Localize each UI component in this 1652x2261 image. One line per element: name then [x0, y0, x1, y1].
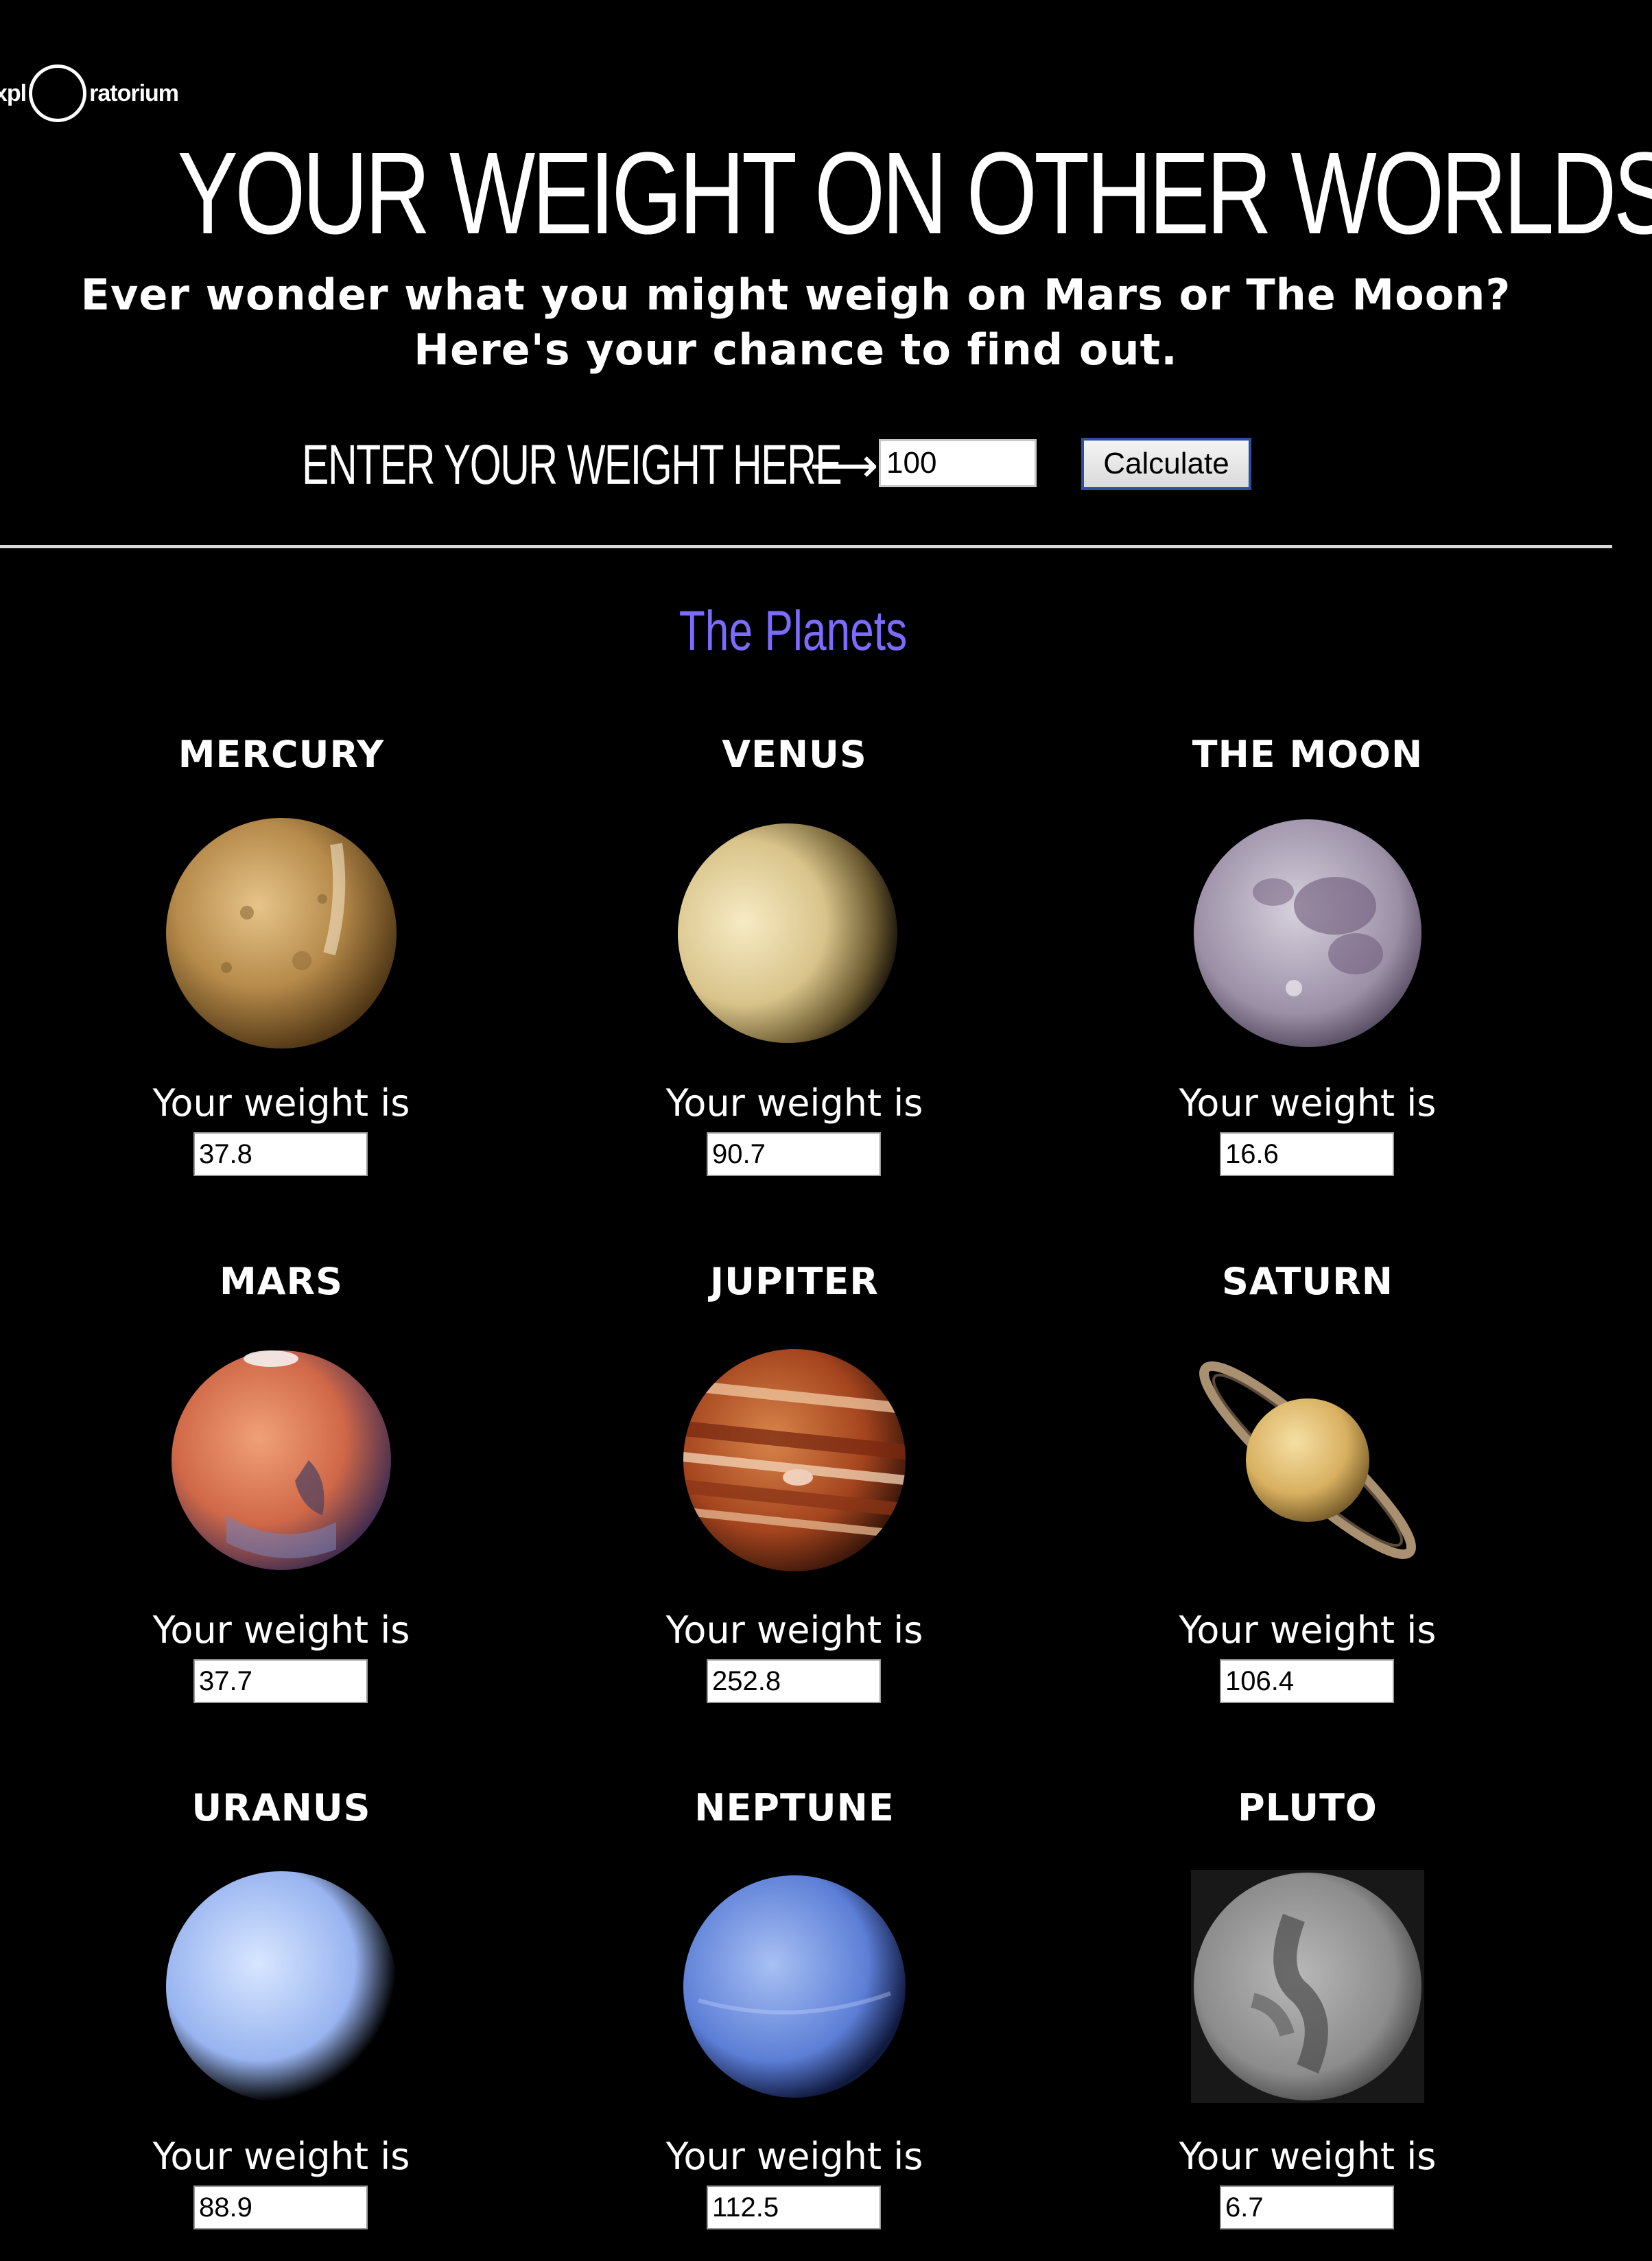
weight-label: Your weight is [152, 1081, 410, 1125]
weight-result-neptune[interactable] [707, 2186, 881, 2229]
weight-entry-label: ENTER YOUR WEIGHT HERE [302, 434, 842, 496]
weight-entry-row: ENTER YOUR WEIGHT HERE ⟶ Calculate [0, 431, 1652, 500]
logo-text-suffix: ratorium [89, 80, 179, 106]
planet-name: URANUS [191, 1786, 371, 1829]
exploratorium-logo[interactable]: xpl ratorium [0, 60, 179, 126]
weight-label: Your weight is [1179, 2135, 1437, 2178]
planet-card-venus: VENUS Your weight is [534, 727, 1055, 1208]
uranus-image [166, 1871, 397, 2102]
weight-input[interactable] [879, 439, 1037, 487]
planet-name: VENUS [722, 733, 867, 776]
planet-name: NEPTUNE [694, 1786, 895, 1829]
planet-name: SATURN [1222, 1260, 1393, 1303]
pluto-image [1191, 1870, 1424, 2103]
weight-label: Your weight is [1179, 1608, 1437, 1652]
planet-card-uranus: URANUS Your weight is [21, 1781, 542, 2261]
subtitle-line-1: Ever wonder what you might weigh on Mars… [80, 270, 1511, 320]
weight-result-the-moon[interactable] [1220, 1132, 1394, 1176]
planet-name: PLUTO [1238, 1786, 1378, 1829]
page-title: YOUR WEIGHT ON OTHER WORLDS [177, 128, 1652, 259]
weight-result-uranus[interactable] [193, 2186, 368, 2229]
planet-card-mars: MARS Your weight is [21, 1254, 542, 1735]
weight-label: Your weight is [1179, 1081, 1437, 1125]
logo-ring-icon [29, 65, 87, 122]
weight-label: Your weight is [152, 1608, 410, 1652]
right-arrow-icon: ⟶ [810, 437, 879, 493]
jupiter-image [683, 1349, 906, 1571]
weight-label: Your weight is [665, 1608, 923, 1652]
planet-card-jupiter: JUPITER Your weight is [534, 1254, 1055, 1735]
weight-label: Your weight is [152, 2135, 410, 2178]
section-title: The Planets [678, 600, 908, 662]
weight-result-mercury[interactable] [193, 1132, 368, 1176]
planet-name: MERCURY [178, 733, 385, 776]
page-subtitle: Ever wonder what you might weigh on Mars… [0, 268, 1592, 377]
planet-card-mercury: MERCURY Your weight is [21, 727, 542, 1208]
planet-card-saturn: SATURN Your weight is [1047, 1254, 1568, 1735]
weight-label: Your weight is [665, 1081, 923, 1125]
divider [0, 545, 1612, 548]
weight-label: Your weight is [665, 2135, 923, 2178]
weight-result-mars[interactable] [193, 1659, 368, 1703]
saturn-image [1199, 1361, 1417, 1560]
planet-card-pluto: PLUTO Your weight is [1047, 1781, 1568, 2261]
mercury-image [166, 818, 397, 1049]
mars-image [172, 1350, 391, 1570]
planet-name: MARS [219, 1260, 343, 1303]
logo-text-prefix: xpl [0, 80, 27, 106]
venus-image [678, 823, 897, 1043]
planet-card-neptune: NEPTUNE Your weight is [534, 1781, 1055, 2261]
planet-card-the-moon: THE MOON Your weight is [1047, 727, 1568, 1208]
moon-image [1194, 819, 1421, 1047]
planet-name: THE MOON [1192, 733, 1424, 776]
calculate-button[interactable]: Calculate [1081, 438, 1251, 490]
neptune-image [683, 1875, 906, 2098]
weight-result-jupiter[interactable] [707, 1659, 881, 1703]
subtitle-line-2: Here's your chance to find out. [414, 325, 1178, 375]
weight-result-pluto[interactable] [1220, 2186, 1394, 2229]
weight-result-venus[interactable] [707, 1132, 881, 1176]
planet-name: JUPITER [710, 1260, 879, 1303]
weight-result-saturn[interactable] [1220, 1659, 1394, 1703]
